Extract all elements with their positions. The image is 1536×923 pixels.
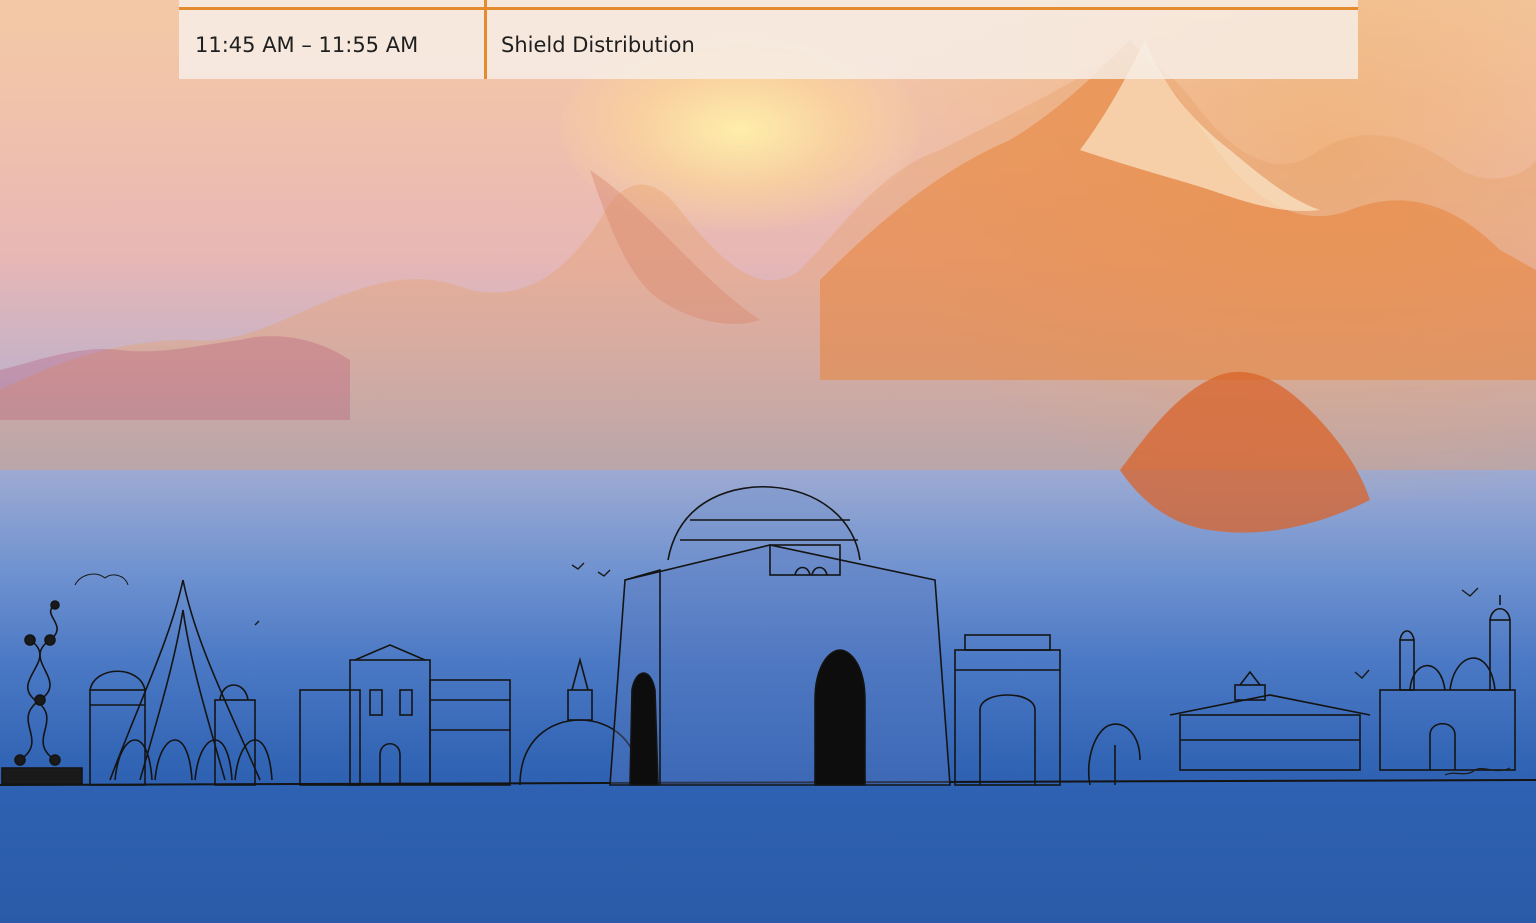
- schedule-table: 11:45 AM – 11:55 AM Shield Distribution: [179, 0, 1358, 79]
- cloud-icon: [74, 573, 129, 586]
- tree-icon: [1087, 723, 1141, 786]
- page: 11:45 AM – 11:55 AM Shield Distribution: [0, 0, 1536, 923]
- dzong-icon: [1169, 670, 1371, 771]
- mountain-icon: [0, 40, 1536, 533]
- skyline-illustration: [0, 485, 1536, 786]
- colonial-building-icon: [214, 644, 511, 786]
- landscape-illustration: [0, 40, 1536, 786]
- mausoleum-icon: [609, 485, 951, 786]
- gateway-arch-icon: [954, 634, 1061, 786]
- table-column-divider: [484, 0, 487, 79]
- tower-icon: [1, 600, 83, 785]
- spire-icon: [109, 579, 273, 781]
- schedule-event-cell: Shield Distribution: [501, 32, 695, 57]
- mosque-icon: [1379, 595, 1516, 771]
- schedule-time-cell: 11:45 AM – 11:55 AM: [195, 32, 419, 57]
